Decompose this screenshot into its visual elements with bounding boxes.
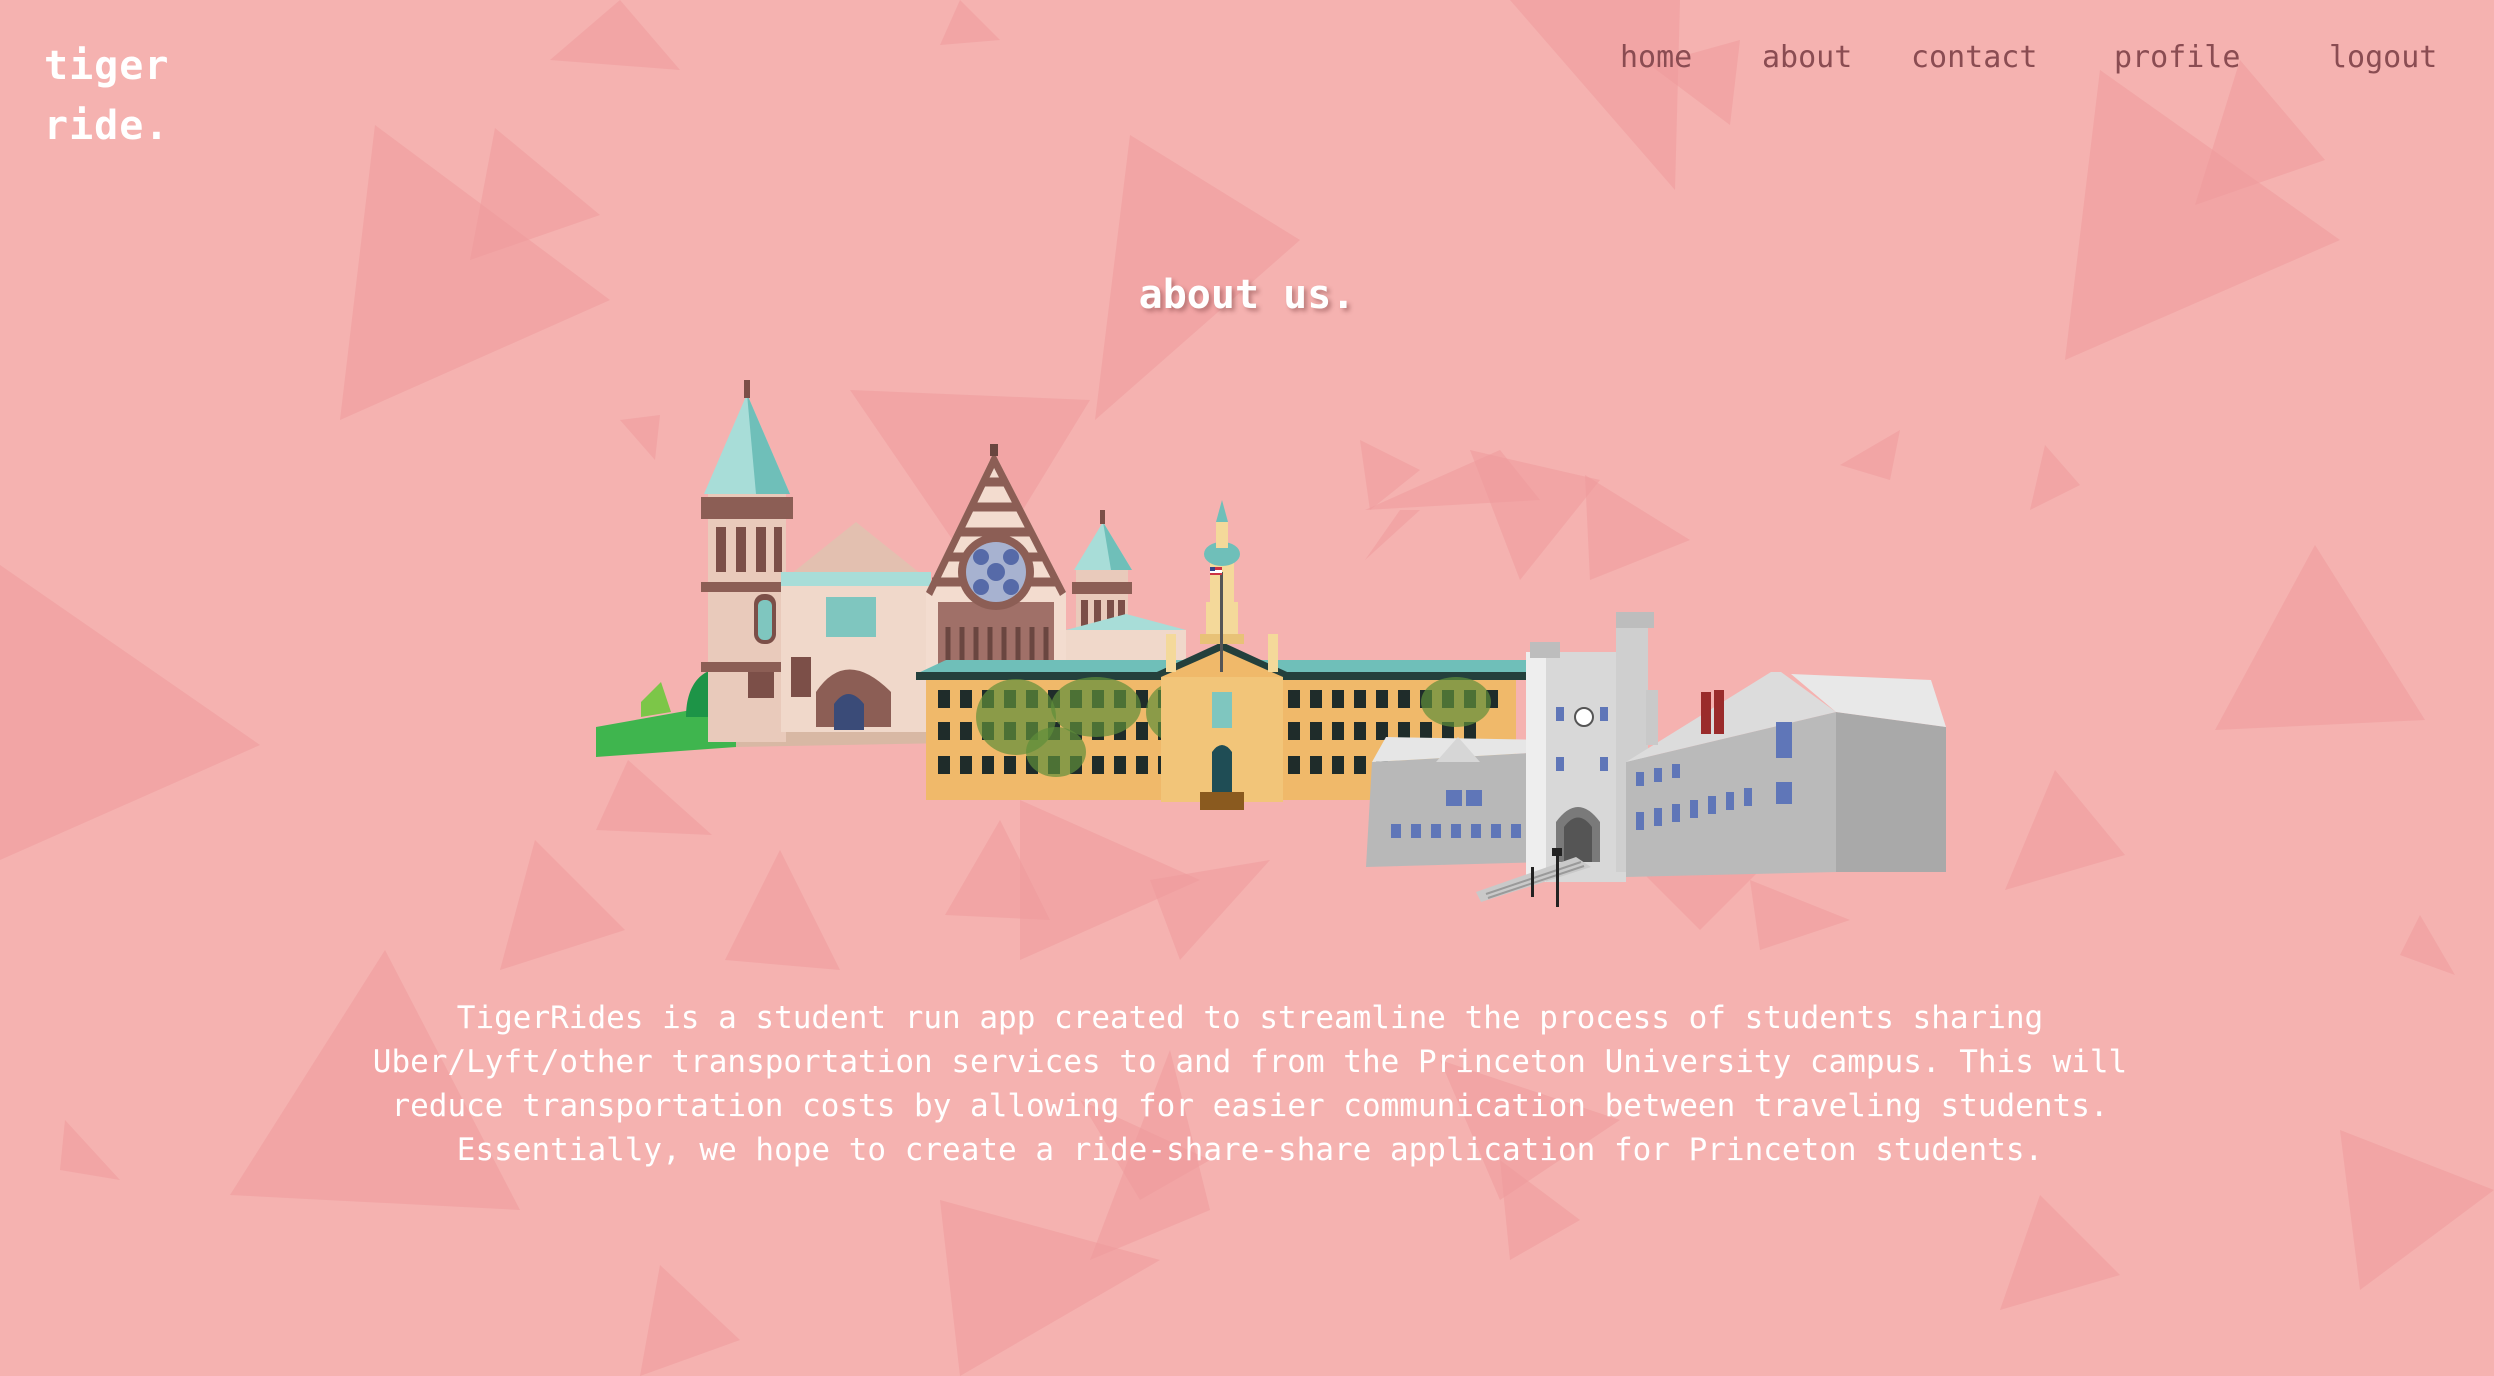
nav-logout-link[interactable]: logout: [2329, 38, 2437, 78]
page-title: about us.: [1138, 272, 1356, 318]
brand-line-2: ride.: [44, 103, 170, 149]
princeton-campus-illustration: [596, 380, 1946, 907]
nav-profile-link[interactable]: profile: [2114, 38, 2240, 78]
nav-about-link[interactable]: about: [1762, 38, 1852, 78]
nav-contact-link[interactable]: contact: [1911, 38, 2037, 78]
nav-home-link[interactable]: home: [1620, 38, 1692, 78]
top-nav: home about contact profile logout: [0, 38, 2494, 78]
about-description: TigerRides is a student run app created …: [372, 1000, 2128, 1168]
